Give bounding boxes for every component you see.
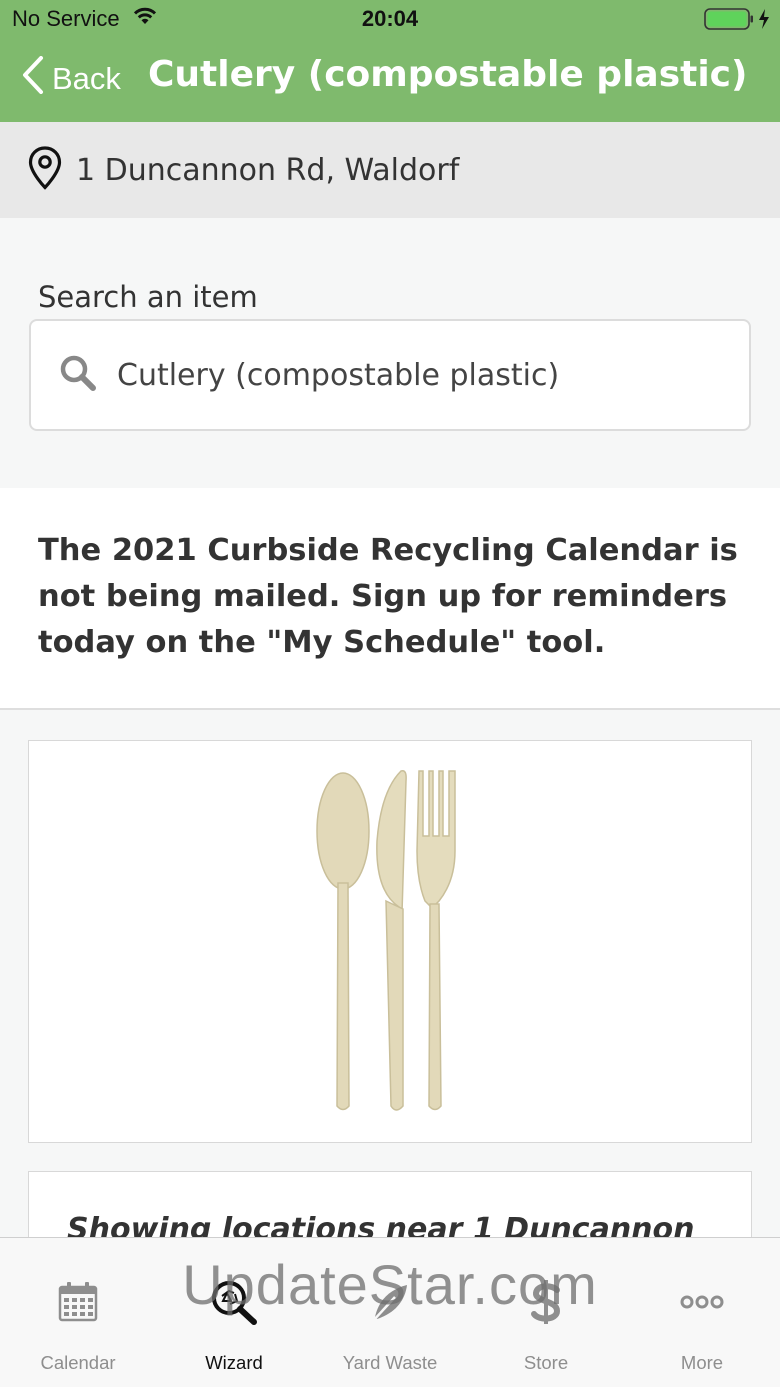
search-label: Search an item	[38, 280, 258, 314]
search-section: Search an item Cutlery (compostable plas…	[0, 218, 780, 488]
search-icon	[59, 354, 97, 396]
status-bar: No Service 20:04	[0, 0, 780, 40]
tab-label: Wizard	[205, 1352, 263, 1373]
address-bar[interactable]: 1 Duncannon Rd, Waldorf	[0, 122, 780, 218]
tab-label: Store	[523, 1352, 569, 1373]
tab-bar: Calendar Wizard Yard Waste Store More	[0, 1237, 780, 1387]
back-label: Back	[52, 61, 121, 96]
battery-charging-icon	[704, 8, 770, 30]
tab-yard-waste[interactable]: Yard Waste	[312, 1238, 468, 1387]
status-time: 20:04	[361, 6, 419, 31]
search-value: Cutlery (compostable plastic)	[117, 357, 560, 393]
notice-text: The 2021 Curbside Recycling Calendar is …	[38, 533, 738, 660]
leaf-icon	[312, 1278, 468, 1326]
item-image-card	[28, 740, 752, 1143]
cutlery-image	[316, 769, 456, 1111]
calendar-icon	[0, 1278, 156, 1326]
address-text: 1 Duncannon Rd, Waldorf	[76, 152, 460, 188]
tab-label: Calendar	[40, 1352, 116, 1373]
page-title: Cutlery (compostable plastic)	[148, 54, 748, 95]
search-input[interactable]: Cutlery (compostable plastic)	[29, 319, 751, 431]
wizard-search-icon	[156, 1278, 312, 1326]
navigation-bar: Back Cutlery (compostable plastic)	[0, 40, 780, 122]
tab-calendar[interactable]: Calendar	[0, 1238, 156, 1387]
map-pin-icon	[28, 146, 62, 194]
tab-wizard[interactable]: Wizard	[156, 1238, 312, 1387]
tab-label: Yard Waste	[342, 1352, 438, 1373]
tab-label: More	[680, 1352, 724, 1373]
tab-store[interactable]: Store	[468, 1238, 624, 1387]
notice-banner: The 2021 Curbside Recycling Calendar is …	[0, 488, 780, 710]
dollar-icon	[468, 1278, 624, 1326]
more-icon	[624, 1278, 780, 1326]
chevron-left-icon	[22, 56, 44, 102]
back-button[interactable]: Back	[22, 56, 121, 102]
tab-more[interactable]: More	[624, 1238, 780, 1387]
